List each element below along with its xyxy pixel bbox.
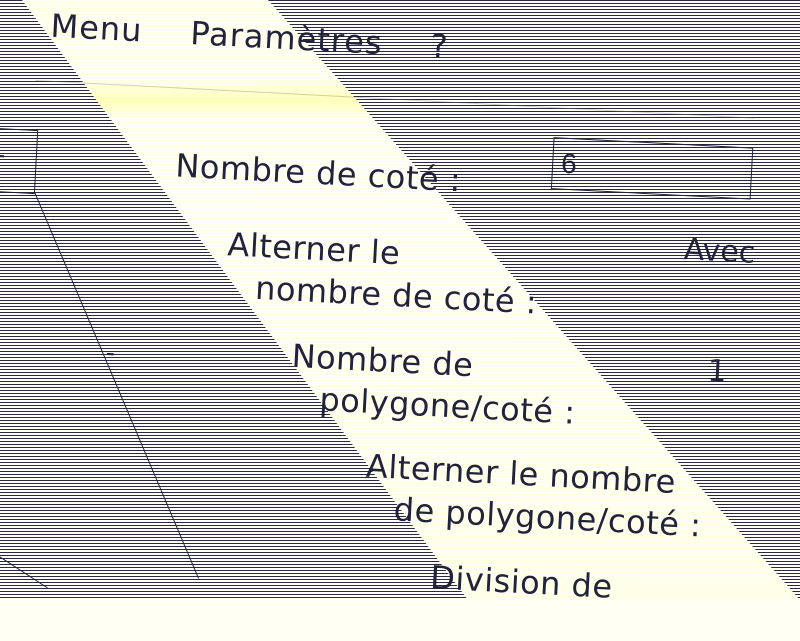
side-count-label: Nombre de coté : bbox=[174, 146, 463, 200]
menu-divider bbox=[35, 79, 755, 119]
settings-window: Menu Paramètres ? - - Nombre de coté : A… bbox=[0, 0, 799, 641]
polygon-count-label-cont: polygone/coté : bbox=[318, 380, 577, 432]
help-menu-button[interactable]: ? bbox=[425, 24, 453, 67]
sidebar-panel-edge bbox=[0, 127, 39, 195]
alternate-side-count-label-cont: nombre de coté : bbox=[254, 268, 539, 322]
panel-edge-line-lower bbox=[0, 538, 48, 589]
panel-edge-line bbox=[33, 191, 200, 579]
parameters-menu-button[interactable]: Paramètres bbox=[185, 12, 387, 64]
side-count-input[interactable] bbox=[550, 137, 754, 200]
alternate-side-count-label: Alterner le bbox=[226, 225, 402, 273]
menu-button[interactable]: Menu bbox=[46, 5, 148, 52]
polygon-count-value[interactable]: 1 bbox=[707, 354, 728, 390]
division-label: Division de bbox=[429, 558, 614, 606]
alternate-side-count-select[interactable]: Avec bbox=[683, 232, 756, 271]
polygon-count-label: Nombre de bbox=[290, 336, 475, 385]
